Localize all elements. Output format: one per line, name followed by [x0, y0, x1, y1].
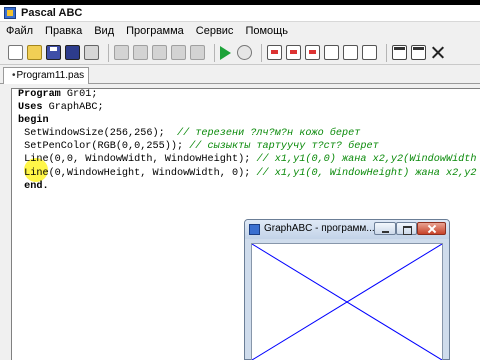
code-token: SetWindowSize(256,256);	[18, 128, 177, 140]
step-over-icon[interactable]	[286, 45, 301, 60]
code-keyword: Uses	[18, 102, 43, 114]
menu-file[interactable]: Файл	[0, 22, 39, 41]
tab-program11[interactable]: •Program11.pas	[3, 67, 90, 84]
tab-strip: •Program11.pas	[0, 65, 480, 84]
code-comment: // x1,y1(0, WindowHeight) жана x2,y2	[256, 167, 477, 179]
app-titlebar: Pascal ABC	[0, 5, 480, 22]
code-line: begin	[18, 114, 477, 127]
menu-bar: Файл Правка Вид Программа Сервис Помощь	[0, 22, 480, 41]
graph-canvas	[251, 243, 443, 360]
menu-service[interactable]: Сервис	[190, 22, 240, 41]
code-keyword: end.	[18, 180, 49, 192]
close-icon[interactable]	[430, 45, 445, 60]
code-line: SetPenColor(RGB(0,0,255)); // сызыкты та…	[18, 140, 477, 153]
layout-icon[interactable]	[392, 45, 407, 60]
tab-label: Program11.pas	[16, 70, 85, 81]
code-token: SetPenColor(RGB(0,0,255));	[18, 141, 190, 153]
code-line: end.	[18, 180, 477, 193]
menu-view[interactable]: Вид	[88, 22, 120, 41]
code-comment: // x1,y1(0,0) жана x2,y2(WindowWidth	[256, 154, 477, 166]
save-icon[interactable]	[46, 45, 61, 60]
new-file-icon[interactable]	[8, 45, 23, 60]
code-token: GraphABC;	[42, 102, 104, 114]
graphabc-window[interactable]: GraphABC - программ...	[244, 219, 450, 360]
menu-edit[interactable]: Правка	[39, 22, 88, 41]
code-comment: // терезени ?лч?м?н кожо берет	[176, 128, 361, 140]
print-icon[interactable]	[84, 45, 99, 60]
window-icon[interactable]	[411, 45, 426, 60]
compile-icon[interactable]	[362, 45, 377, 60]
redo-icon[interactable]	[190, 45, 205, 60]
editor-gutter	[0, 88, 11, 360]
run-icon[interactable]	[220, 45, 231, 60]
code-line: Uses GraphABC;	[18, 101, 477, 114]
graph-drawing	[252, 244, 442, 360]
toolbar-separator	[214, 43, 215, 62]
copy-icon[interactable]	[133, 45, 148, 60]
code-line: Program Gr01;	[18, 89, 477, 101]
undo-icon[interactable]	[171, 45, 186, 60]
cut-icon[interactable]	[114, 45, 129, 60]
code-token: Line(0,0, WindowWidth, WindowHeight);	[18, 154, 257, 166]
toolbar-separator	[386, 43, 387, 62]
open-folder-icon[interactable]	[27, 45, 42, 60]
modified-marker: •	[12, 70, 16, 81]
toolbar-separator	[261, 43, 262, 62]
pascal-abc-icon	[4, 7, 16, 19]
code-keyword: Program	[18, 89, 61, 100]
graphabc-icon	[249, 224, 260, 235]
stop-icon[interactable]	[343, 45, 358, 60]
step-out-icon[interactable]	[305, 45, 320, 60]
code-token: Gr01;	[60, 89, 98, 100]
code-comment: // сызыкты тартуучу т?ст? берет	[189, 141, 379, 153]
code-line: SetWindowSize(256,256); // терезени ?лч?…	[18, 127, 477, 140]
app-title: Pascal ABC	[21, 7, 83, 19]
save-all-icon[interactable]	[65, 45, 80, 60]
code-text: Program Gr01; Uses GraphABC; begin SetWind…	[18, 89, 477, 193]
paste-icon[interactable]	[152, 45, 167, 60]
debug-icon[interactable]	[237, 45, 252, 60]
code-line: Line(0,0, WindowWidth, WindowHeight); //…	[18, 153, 477, 166]
toolbar-separator	[108, 43, 109, 62]
watch-icon[interactable]	[324, 45, 339, 60]
toolbar	[0, 41, 480, 65]
menu-help[interactable]: Помощь	[239, 22, 294, 41]
graph-window-title: GraphABC - программ...	[264, 223, 375, 234]
graph-window-titlebar[interactable]: GraphABC - программ...	[245, 220, 449, 239]
code-token: Line(0,WindowHeight, WindowWidth, 0);	[18, 167, 257, 179]
code-keyword: begin	[18, 115, 49, 127]
close-button[interactable]	[417, 222, 446, 235]
minimize-button[interactable]	[374, 222, 396, 235]
step-into-icon[interactable]	[267, 45, 282, 60]
code-line: Line(0,WindowHeight, WindowWidth, 0); //…	[18, 167, 477, 180]
maximize-button[interactable]	[396, 222, 417, 235]
menu-program[interactable]: Программа	[120, 22, 190, 41]
